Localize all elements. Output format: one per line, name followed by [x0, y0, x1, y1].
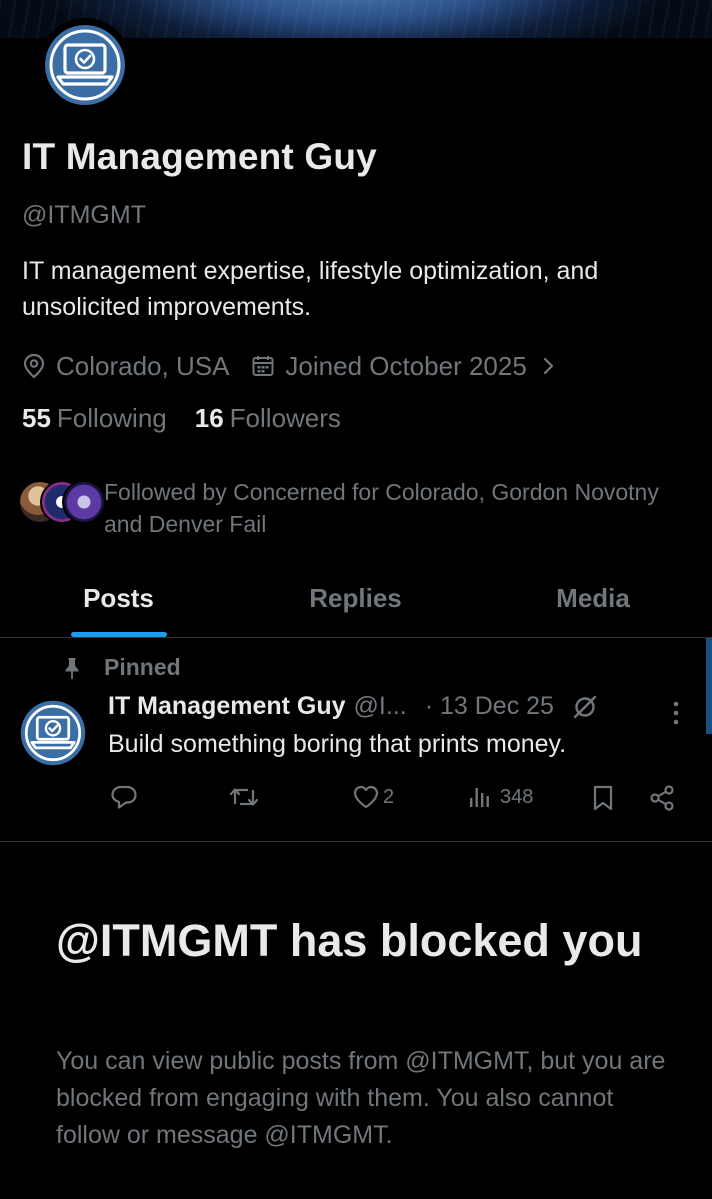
profile-avatar[interactable] [38, 18, 132, 112]
scrollbar[interactable] [706, 638, 712, 734]
followers-label: Followers [229, 403, 341, 433]
pin-icon [64, 656, 80, 680]
profile-tabs: Posts Replies Media [0, 575, 712, 638]
profile-display-name: IT Management Guy [22, 136, 377, 177]
views-button[interactable]: 348 [468, 784, 533, 810]
laptop-check-icon [45, 25, 125, 105]
views-icon [470, 788, 489, 807]
post-header: IT Management Guy @I... · 13 Dec 25 [108, 692, 598, 721]
post-author-name[interactable]: IT Management Guy [108, 692, 346, 721]
post-actions: 2 348 [108, 782, 688, 816]
reply-icon[interactable] [110, 784, 138, 810]
tab-posts[interactable]: Posts [0, 575, 237, 637]
mutual-avatars [18, 478, 106, 528]
profile-meta: Colorado, USA Joined October 2025 [22, 346, 557, 386]
profile-handle: @ITMGMT [22, 201, 146, 229]
pinned-label: Pinned [104, 654, 181, 680]
like-count: 2 [383, 785, 395, 808]
profile-location: Colorado, USA [56, 350, 230, 381]
chevron-right-icon[interactable] [541, 356, 557, 376]
tab-media[interactable]: Media [474, 575, 712, 637]
repost-icon[interactable] [228, 784, 260, 810]
more-icon[interactable] [666, 700, 686, 731]
blocked-message: You can view public posts from @ITMGMT, … [56, 1047, 666, 1149]
profile-bio: IT management expertise, lifestyle optim… [22, 257, 599, 321]
profile-joined: Joined October 2025 [285, 350, 527, 381]
following-link[interactable]: 55 Following [22, 403, 167, 434]
following-count: 55 [22, 403, 51, 433]
followed-by-text: Followed by Concerned for Colorado, Gord… [104, 479, 659, 537]
like-icon [353, 785, 379, 809]
followers-count: 16 [194, 403, 224, 433]
blocked-title: @ITMGMT has blocked you [56, 915, 643, 966]
pinned-indicator: Pinned [64, 654, 181, 681]
post-author-avatar[interactable] [20, 700, 86, 766]
post-author-handle[interactable]: @I... [354, 692, 407, 721]
share-icon[interactable] [648, 784, 676, 812]
following-label: Following [56, 403, 167, 433]
followed-by-row[interactable]: Followed by Concerned for Colorado, Gord… [18, 478, 664, 540]
calendar-icon [251, 354, 275, 378]
location-pin-icon [22, 353, 46, 379]
mutual-avatar [62, 480, 106, 524]
tab-replies[interactable]: Replies [237, 575, 474, 637]
bookmark-icon[interactable] [592, 784, 614, 812]
follow-counts: 55 Following 16 Followers [22, 403, 341, 434]
views-count: 348 [500, 785, 534, 808]
post-date[interactable]: · 13 Dec 25 [425, 692, 554, 721]
grok-icon[interactable] [572, 694, 598, 720]
post-text: Build something boring that prints money… [108, 730, 567, 758]
followers-link[interactable]: 16 Followers [195, 403, 341, 434]
like-button[interactable]: 2 [352, 784, 394, 810]
laptop-check-icon [20, 700, 86, 766]
